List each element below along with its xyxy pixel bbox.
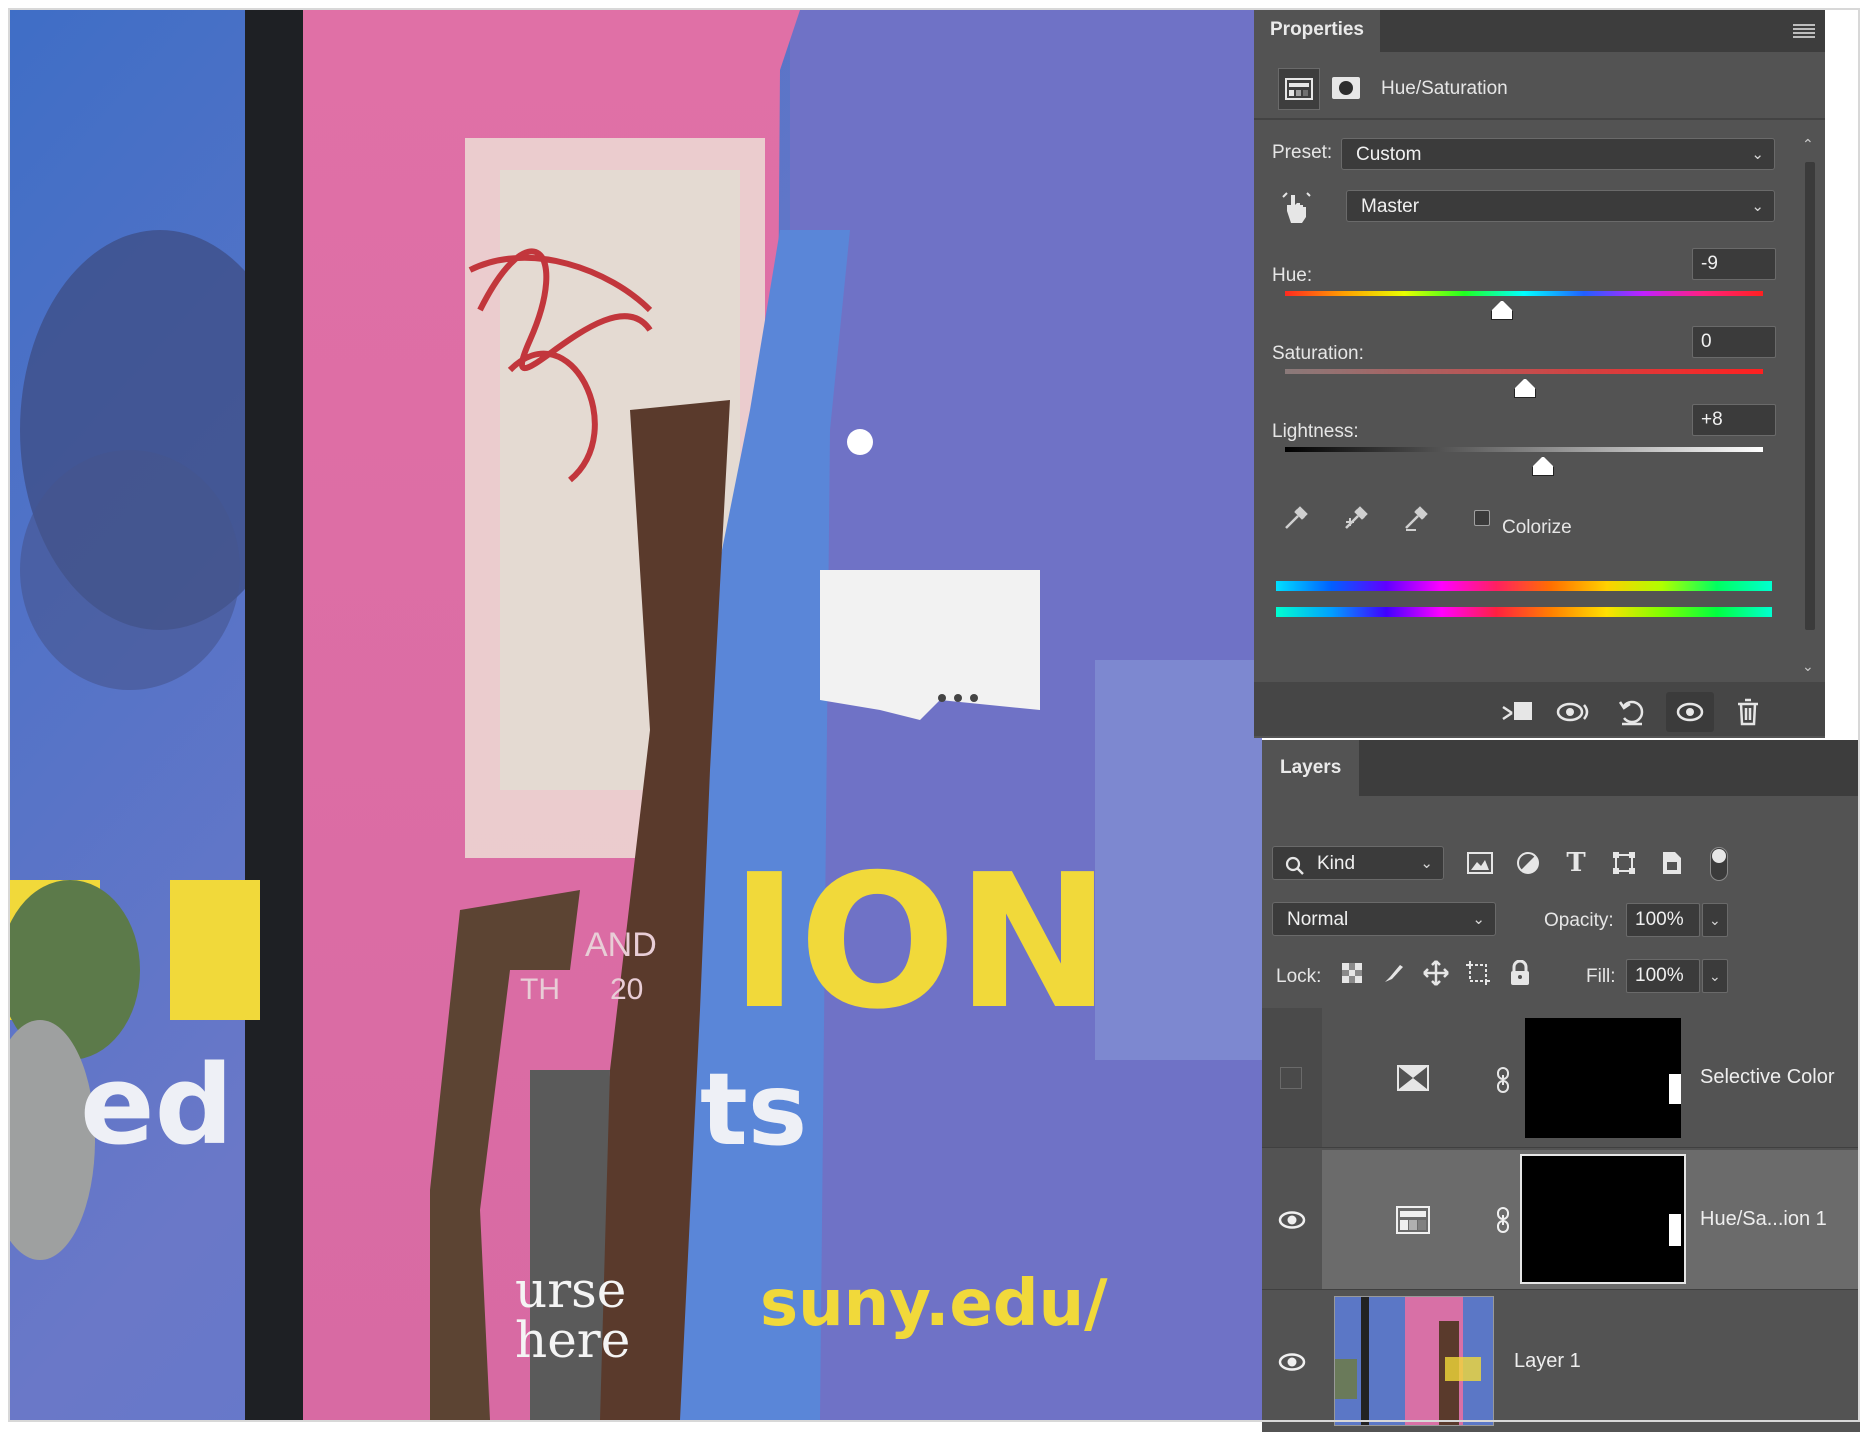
opacity-label: Opacity: xyxy=(1544,910,1614,931)
preset-value: Custom xyxy=(1356,144,1422,165)
poster-text-ed: ed xyxy=(80,1041,234,1169)
filter-kind-dropdown[interactable]: Kind ⌄ xyxy=(1272,846,1444,880)
eye-icon[interactable] xyxy=(1278,1352,1306,1377)
visibility-toggle-off[interactable] xyxy=(1280,1067,1302,1089)
poster-text-and: AND xyxy=(585,926,657,964)
eyedropper-add-icon[interactable] xyxy=(1338,500,1374,536)
lightness-label: Lightness: xyxy=(1272,421,1359,442)
lock-image-pixels-icon[interactable] xyxy=(1376,955,1412,991)
preset-label: Preset: xyxy=(1272,142,1333,163)
link-icon[interactable] xyxy=(1495,1066,1511,1099)
filter-smart-object-icon[interactable] xyxy=(1654,845,1690,881)
preset-dropdown[interactable]: Custom ⌄ xyxy=(1341,138,1775,170)
chevron-down-icon: ⌄ xyxy=(1420,855,1433,872)
poster-text-ts: ts xyxy=(700,1051,808,1168)
channel-value: Master xyxy=(1361,196,1420,217)
hue-saturation-adjustment-icon xyxy=(1396,1206,1430,1239)
layer-row-layer-1[interactable]: Layer 1 xyxy=(1262,1292,1860,1432)
chevron-down-icon: ⌄ xyxy=(1751,146,1764,163)
layer-row-selective-color[interactable]: Selective Color xyxy=(1262,1008,1860,1148)
layer-thumbnail[interactable] xyxy=(1334,1296,1494,1426)
layer-name[interactable]: Selective Color xyxy=(1700,1066,1835,1089)
scrollbar-thumb[interactable] xyxy=(1805,162,1815,630)
trash-icon[interactable] xyxy=(1728,694,1768,730)
canvas-artwork xyxy=(10,10,1262,1420)
lightness-input[interactable]: +8 xyxy=(1692,404,1776,436)
input-color-bar xyxy=(1276,581,1772,591)
hue-label: Hue: xyxy=(1272,265,1313,286)
filter-adjustment-icon[interactable] xyxy=(1510,845,1546,881)
targeted-adjustment-hand-icon[interactable] xyxy=(1278,188,1314,228)
saturation-label: Saturation: xyxy=(1272,343,1364,364)
poster-text-th: TH xyxy=(520,973,560,1006)
search-icon xyxy=(1285,854,1305,888)
chevron-down-icon: ⌄ xyxy=(1751,198,1764,215)
poster-text-urse: urse xyxy=(515,1261,627,1319)
blend-mode-dropdown[interactable]: Normal ⌄ xyxy=(1272,902,1496,936)
tab-layers[interactable]: Layers xyxy=(1262,740,1360,796)
filter-shape-icon[interactable] xyxy=(1606,845,1642,881)
selective-color-adjustment-icon xyxy=(1396,1064,1430,1097)
adjustment-layer-icon[interactable] xyxy=(1278,68,1320,110)
opacity-chevron-icon[interactable]: ⌄ xyxy=(1702,903,1728,937)
saturation-input[interactable]: 0 xyxy=(1692,326,1776,358)
poster-text-ion: ION xyxy=(730,834,1111,1050)
lock-position-icon[interactable] xyxy=(1418,955,1454,991)
output-color-bar xyxy=(1276,607,1772,617)
mask-icon[interactable] xyxy=(1328,70,1364,106)
properties-scrollbar[interactable]: ⌃ ⌄ xyxy=(1800,132,1820,682)
fill-label: Fill: xyxy=(1586,966,1616,987)
link-icon[interactable] xyxy=(1495,1206,1511,1239)
tab-properties[interactable]: Properties xyxy=(1254,10,1380,52)
properties-panel: Properties Hue/Saturation Preset: Custom… xyxy=(1254,10,1825,738)
lock-all-icon[interactable] xyxy=(1502,955,1538,991)
layers-panel: Layers Kind ⌄ T Normal ⌄ Opacity: 100% ⌄… xyxy=(1262,740,1860,1432)
filter-kind-value: Kind xyxy=(1317,853,1356,874)
lock-artboard-icon[interactable] xyxy=(1460,955,1496,991)
poster-text-here: here xyxy=(515,1311,631,1369)
lock-transparent-pixels-icon[interactable] xyxy=(1334,955,1370,991)
toggle-visibility-icon[interactable] xyxy=(1666,692,1714,732)
reset-icon[interactable] xyxy=(1612,694,1652,730)
scroll-up-icon[interactable]: ⌃ xyxy=(1802,136,1814,153)
chevron-down-icon: ⌄ xyxy=(1472,911,1485,928)
eyedropper-subtract-icon[interactable] xyxy=(1398,500,1434,536)
lock-label: Lock: xyxy=(1276,966,1322,987)
scroll-down-icon[interactable]: ⌄ xyxy=(1802,658,1814,675)
blend-mode-value: Normal xyxy=(1287,909,1349,930)
channel-dropdown[interactable]: Master ⌄ xyxy=(1346,190,1775,222)
filter-toggle-switch[interactable] xyxy=(1710,847,1728,881)
layer-mask-thumbnail[interactable] xyxy=(1520,1154,1686,1284)
layer-mask-thumbnail[interactable] xyxy=(1523,1016,1683,1140)
panel-menu-icon[interactable] xyxy=(1793,24,1815,38)
poster-text-url: suny.edu/ xyxy=(760,1267,1108,1341)
eye-icon[interactable] xyxy=(1278,1210,1306,1235)
filter-pixel-icon[interactable] xyxy=(1462,845,1498,881)
colorize-label: Colorize xyxy=(1502,517,1572,538)
layer-name[interactable]: Hue/Sa...ion 1 xyxy=(1700,1208,1827,1231)
fill-chevron-icon[interactable]: ⌄ xyxy=(1702,959,1728,993)
fill-input[interactable]: 100% xyxy=(1626,959,1700,993)
filter-type-icon[interactable]: T xyxy=(1558,845,1594,881)
hue-slider-track[interactable] xyxy=(1285,291,1763,296)
layer-name[interactable]: Layer 1 xyxy=(1514,1350,1581,1373)
clip-to-layer-icon[interactable] xyxy=(1497,694,1537,730)
adjustment-title: Hue/Saturation xyxy=(1381,78,1508,99)
saturation-slider-track[interactable] xyxy=(1285,369,1763,374)
opacity-input[interactable]: 100% xyxy=(1626,903,1700,937)
document-canvas[interactable]: ION ed ts suny.edu/ urse here AND TH 20 xyxy=(10,10,1262,1420)
view-previous-state-icon[interactable] xyxy=(1554,694,1594,730)
lightness-slider-track[interactable] xyxy=(1285,447,1763,452)
eyedropper-icon[interactable] xyxy=(1278,500,1314,536)
poster-text-20: 20 xyxy=(610,973,644,1006)
colorize-checkbox[interactable] xyxy=(1474,510,1490,526)
layer-row-hue-saturation[interactable]: Hue/Sa...ion 1 xyxy=(1262,1150,1860,1290)
hue-input[interactable]: -9 xyxy=(1692,248,1776,280)
